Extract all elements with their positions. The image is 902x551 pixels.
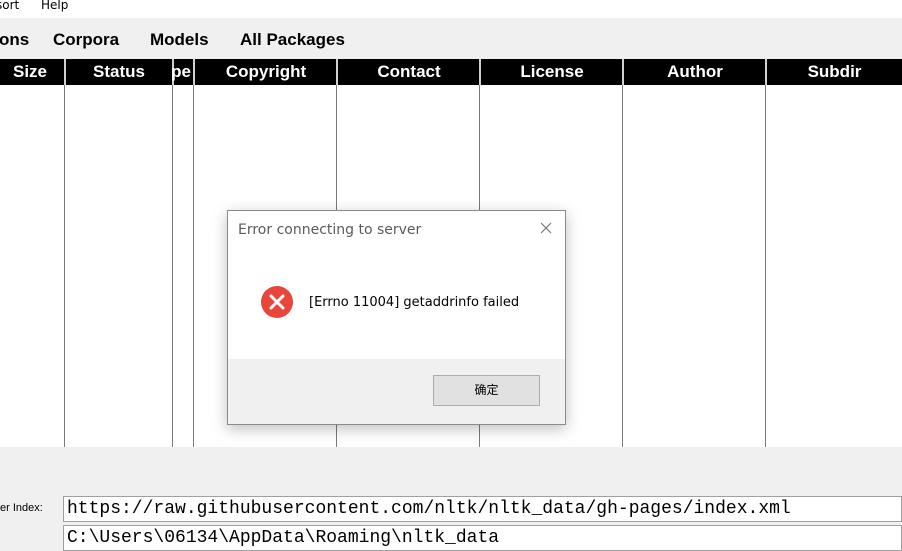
tab-models[interactable]: Models xyxy=(150,30,209,50)
menu-help[interactable]: Help xyxy=(41,0,68,12)
column-header-license[interactable]: License xyxy=(481,59,623,85)
column-header-size[interactable]: Size xyxy=(0,59,63,85)
column-divider xyxy=(64,85,65,447)
column-divider xyxy=(193,85,194,447)
close-icon[interactable] xyxy=(537,219,555,237)
error-icon xyxy=(261,286,293,318)
ok-button[interactable]: 确定 xyxy=(433,375,540,406)
column-divider xyxy=(622,85,623,447)
error-dialog: Error connecting to server [Errno 11004]… xyxy=(227,210,566,425)
column-header-subdir[interactable]: Subdir xyxy=(767,59,902,85)
table-header: Size Status pe Copyright Contact License… xyxy=(0,59,902,85)
dialog-footer: 确定 xyxy=(228,359,565,424)
column-header-type[interactable]: pe xyxy=(170,59,192,85)
tab-all-packages[interactable]: All Packages xyxy=(240,30,345,50)
column-divider xyxy=(172,85,173,447)
column-divider xyxy=(765,85,766,447)
dialog-title: Error connecting to server xyxy=(238,222,422,238)
column-header-author[interactable]: Author xyxy=(624,59,766,85)
column-header-status[interactable]: Status xyxy=(66,59,172,85)
server-index-label: er Index: xyxy=(0,502,43,514)
server-index-input[interactable]: https://raw.githubusercontent.com/nltk/n… xyxy=(63,496,902,522)
menu-bar: sort Help xyxy=(0,0,902,18)
column-header-copyright[interactable]: Copyright xyxy=(195,59,337,85)
tab-corpora[interactable]: Corpora xyxy=(53,30,119,50)
download-directory-input[interactable]: C:\Users\06134\AppData\Roaming\nltk_data xyxy=(63,525,902,551)
error-message: [Errno 11004] getaddrinfo failed xyxy=(309,295,520,310)
column-header-contact[interactable]: Contact xyxy=(338,59,480,85)
menu-sort[interactable]: sort xyxy=(0,0,19,12)
tab-collections[interactable]: ons xyxy=(0,30,29,50)
